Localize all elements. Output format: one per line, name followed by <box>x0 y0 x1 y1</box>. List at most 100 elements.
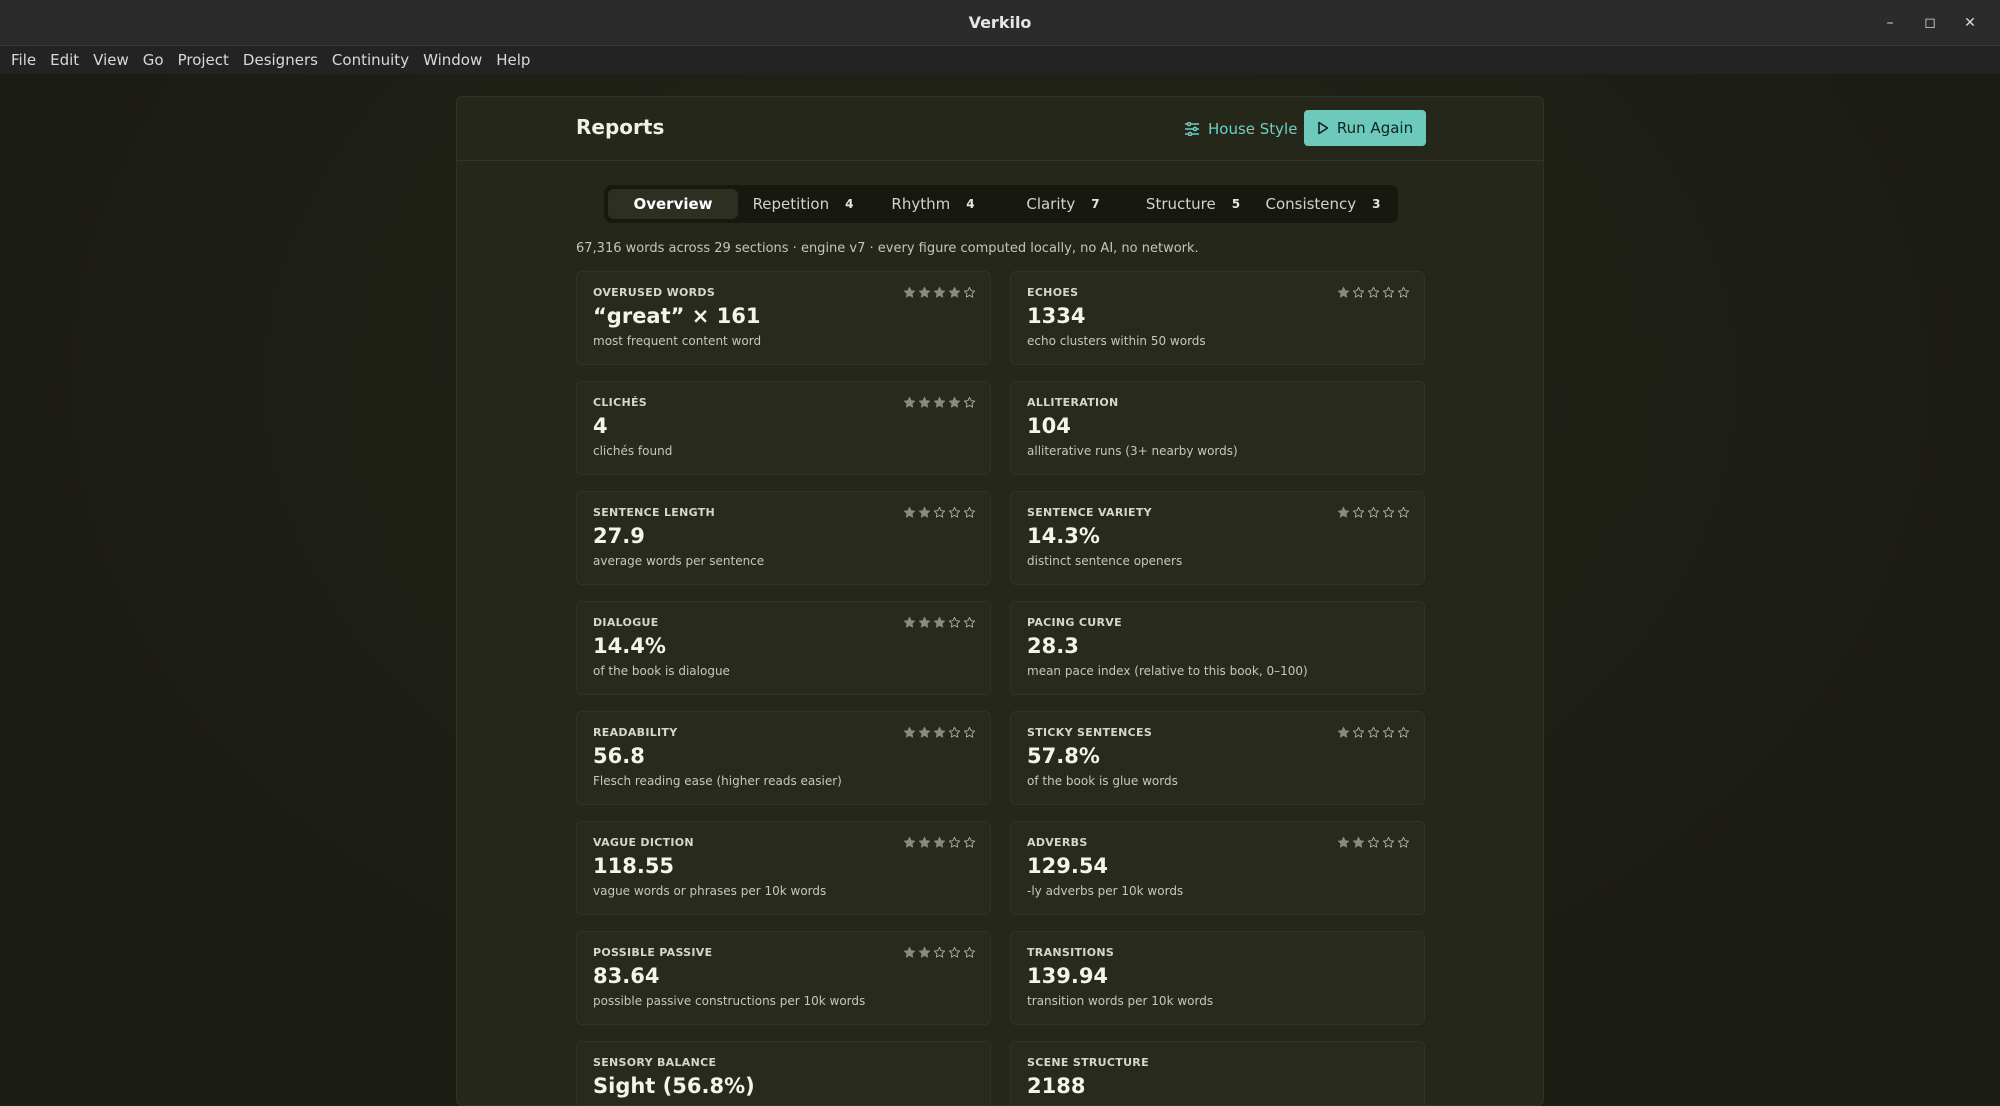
menu-project[interactable]: Project <box>171 46 236 74</box>
metric-card[interactable]: POSSIBLE PASSIVE 83.64 possible passive co… <box>576 931 991 1025</box>
tab-rhythm[interactable]: Rhythm 4 <box>868 189 998 219</box>
star-rating <box>903 614 976 633</box>
star-icon <box>1397 284 1410 303</box>
metric-description: possible passive constructions per 10k w… <box>593 994 866 1008</box>
metric-card[interactable]: VAGUE DICTION 118.55 vague words or phrase… <box>576 821 991 915</box>
metric-value: 14.3% <box>1027 524 1100 548</box>
tab-clarity[interactable]: Clarity 7 <box>998 189 1128 219</box>
metric-card[interactable]: ADVERBS 129.54 -ly adverbs per 10k words <box>1010 821 1425 915</box>
star-rating <box>903 284 976 303</box>
metric-label: SENSORY BALANCE <box>593 1056 717 1069</box>
metric-card[interactable]: OVERUSED WORDS “great” × 161 most frequent… <box>576 271 991 365</box>
house-style-button[interactable]: House Style <box>1184 111 1297 147</box>
metric-label: SCENE STRUCTURE <box>1027 1056 1149 1069</box>
star-icon <box>933 944 946 963</box>
metric-card[interactable]: SENSORY BALANCE Sight (56.8%) <box>576 1041 991 1105</box>
tab-label: Consistency <box>1265 195 1357 213</box>
star-icon <box>918 834 931 853</box>
star-icon <box>918 724 931 743</box>
tab-overview[interactable]: Overview <box>608 189 738 219</box>
metric-description: most frequent content word <box>593 334 762 348</box>
report-tabs: Overview Repetition 4 Rhythm 4 Clarity 7… <box>604 185 1398 223</box>
tab-label: Structure <box>1145 195 1216 213</box>
star-icon <box>933 504 946 523</box>
star-icon <box>1367 724 1380 743</box>
metric-value: 83.64 <box>593 964 660 988</box>
metric-description: of the book is dialogue <box>593 664 730 678</box>
play-icon <box>1318 121 1329 135</box>
maximize-button[interactable]: ◻ <box>1910 8 1950 38</box>
tab-count: 3 <box>1372 197 1381 211</box>
star-rating <box>1337 284 1410 303</box>
star-icon <box>903 724 916 743</box>
window-title: Verkilo <box>968 13 1032 32</box>
metric-card[interactable]: STICKY SENTENCES 57.8% of the book is glue… <box>1010 711 1425 805</box>
menu-edit[interactable]: Edit <box>43 46 86 74</box>
star-rating <box>903 504 976 523</box>
star-icon <box>1352 834 1365 853</box>
metric-card[interactable]: CLICHÉS 4 clichés found <box>576 381 991 475</box>
star-rating <box>1337 724 1410 743</box>
metric-value: 129.54 <box>1027 854 1109 878</box>
minimize-button[interactable]: – <box>1870 8 1910 38</box>
star-icon <box>963 614 976 633</box>
metric-description: mean pace index (relative to this book, … <box>1027 664 1308 678</box>
metric-card[interactable]: TRANSITIONS 139.94 transition words per 10… <box>1010 931 1425 1025</box>
metric-card[interactable]: READABILITY 56.8 Flesch reading ease (high… <box>576 711 991 805</box>
star-icon <box>918 944 931 963</box>
star-rating <box>903 834 976 853</box>
menu-view[interactable]: View <box>86 46 136 74</box>
metric-card[interactable]: ALLITERATION 104 alliterative runs (3+ nea… <box>1010 381 1425 475</box>
star-icon <box>903 834 916 853</box>
menu-window[interactable]: Window <box>416 46 489 74</box>
menu-file[interactable]: File <box>4 46 43 74</box>
metric-card[interactable]: SCENE STRUCTURE 2188 <box>1010 1041 1425 1105</box>
star-icon <box>948 724 961 743</box>
menu-designers[interactable]: Designers <box>236 46 325 74</box>
reports-panel: Reports House Style Run Again Overview R… <box>456 96 1544 1106</box>
workspace: Reports House Style Run Again Overview R… <box>0 74 2000 1106</box>
star-icon <box>963 724 976 743</box>
metric-value: 4 <box>593 414 608 438</box>
close-button[interactable]: ✕ <box>1950 8 1990 38</box>
star-icon <box>948 394 961 413</box>
tab-structure[interactable]: Structure 5 <box>1128 189 1258 219</box>
metric-card[interactable]: PACING CURVE 28.3 mean pace index (relativ… <box>1010 601 1425 695</box>
metric-description: clichés found <box>593 444 673 458</box>
metric-value: “great” × 161 <box>593 304 761 328</box>
star-icon <box>963 834 976 853</box>
metric-card[interactable]: SENTENCE VARIETY 14.3% distinct sentence o… <box>1010 491 1425 585</box>
menu-help[interactable]: Help <box>489 46 537 74</box>
tab-consistency[interactable]: Consistency 3 <box>1258 189 1388 219</box>
star-icon <box>903 504 916 523</box>
star-icon <box>918 504 931 523</box>
metric-description: alliterative runs (3+ nearby words) <box>1027 444 1238 458</box>
metric-value: 104 <box>1027 414 1071 438</box>
metric-value: Sight (56.8%) <box>593 1074 755 1098</box>
star-rating <box>903 724 976 743</box>
star-icon <box>903 614 916 633</box>
menu-continuity[interactable]: Continuity <box>325 46 416 74</box>
menu-go[interactable]: Go <box>136 46 171 74</box>
tab-label: Rhythm <box>891 195 951 213</box>
metric-card[interactable]: DIALOGUE 14.4% of the book is dialogue <box>576 601 991 695</box>
metric-description: -ly adverbs per 10k words <box>1027 884 1184 898</box>
star-rating <box>903 944 976 963</box>
tab-count: 4 <box>966 197 975 211</box>
metric-label: TRANSITIONS <box>1027 946 1115 959</box>
metric-card[interactable]: SENTENCE LENGTH 27.9 average words per sen… <box>576 491 991 585</box>
tab-count: 7 <box>1091 197 1100 211</box>
run-again-button[interactable]: Run Again <box>1304 110 1426 146</box>
tab-label: Repetition <box>752 195 830 213</box>
title-bar: Verkilo – ◻ ✕ <box>0 0 2000 46</box>
star-icon <box>903 394 916 413</box>
star-icon <box>1382 284 1395 303</box>
star-icon <box>1367 284 1380 303</box>
star-icon <box>933 834 946 853</box>
metric-value: 139.94 <box>1027 964 1109 988</box>
metric-description: vague words or phrases per 10k words <box>593 884 827 898</box>
tab-repetition[interactable]: Repetition 4 <box>738 189 868 219</box>
tab-label: Clarity <box>1026 195 1076 213</box>
metric-card[interactable]: ECHOES 1334 echo clusters within 50 words <box>1010 271 1425 365</box>
star-rating <box>1337 504 1410 523</box>
